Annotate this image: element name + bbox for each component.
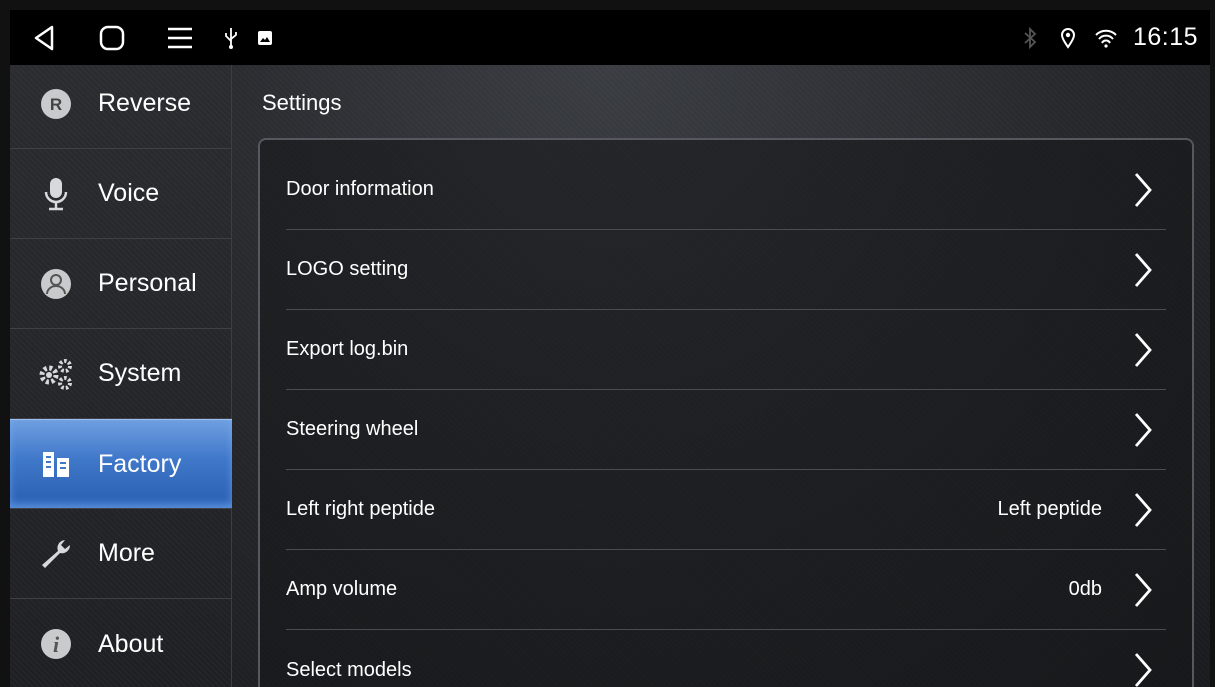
microphone-icon: [38, 176, 74, 212]
wrench-icon: [38, 536, 74, 572]
chevron-right-icon: [1130, 570, 1156, 610]
setting-label: Left right peptide: [286, 498, 435, 520]
sidebar-item-reverse[interactable]: R Reverse: [10, 59, 232, 149]
sidebar-item-label: More: [98, 539, 155, 567]
wifi-icon: [1087, 28, 1125, 48]
sidebar-item-personal[interactable]: Personal: [10, 239, 232, 329]
setting-label: LOGO setting: [286, 258, 409, 280]
chevron-right-icon: [1130, 650, 1156, 687]
sidebar-item-system[interactable]: System: [10, 329, 232, 419]
page-title: Settings: [262, 90, 342, 115]
person-icon: [38, 266, 74, 302]
info-icon: i: [38, 626, 74, 662]
gallery-icon: [248, 10, 282, 65]
chevron-right-icon: [1130, 330, 1156, 370]
setting-row-logo-setting[interactable]: LOGO setting: [286, 230, 1166, 310]
status-bar: 16:15: [10, 10, 1210, 65]
sidebar-item-label: System: [98, 359, 182, 387]
svg-text:R: R: [50, 95, 62, 114]
sidebar-item-label: Reverse: [98, 89, 192, 117]
svg-text:i: i: [53, 632, 60, 657]
factory-icon: [38, 446, 74, 482]
setting-row-export-log[interactable]: Export log.bin: [286, 310, 1166, 390]
setting-value: Left peptide: [997, 498, 1102, 520]
settings-panel: Door information LOGO setting Export log…: [258, 138, 1194, 687]
chevron-right-icon: [1130, 490, 1156, 530]
clock: 16:15: [1132, 23, 1198, 51]
chevron-right-icon: [1130, 250, 1156, 290]
sidebar-item-label: Personal: [98, 269, 197, 297]
setting-row-left-right-peptide[interactable]: Left right peptide Left peptide: [286, 470, 1166, 550]
setting-row-door-information[interactable]: Door information: [286, 150, 1166, 230]
setting-row-amp-volume[interactable]: Amp volume 0db: [286, 550, 1166, 630]
setting-label: Steering wheel: [286, 418, 419, 440]
setting-row-select-models[interactable]: Select models: [286, 630, 1166, 687]
chevron-right-icon: [1130, 410, 1156, 450]
bluetooth-icon: [1011, 26, 1049, 49]
usb-icon: [214, 10, 248, 65]
setting-label: Export log.bin: [286, 338, 409, 360]
gears-icon: [38, 356, 74, 392]
sidebar-item-label: Voice: [98, 179, 160, 207]
sidebar-item-label: About: [98, 629, 164, 658]
setting-row-steering-wheel[interactable]: Steering wheel: [286, 390, 1166, 470]
setting-value: 0db: [1068, 578, 1102, 600]
sidebar-item-about[interactable]: i About: [10, 599, 232, 687]
sidebar-item-factory[interactable]: Factory: [10, 419, 232, 509]
reverse-icon: R: [38, 86, 74, 122]
menu-icon[interactable]: [146, 10, 214, 65]
sidebar-item-more[interactable]: More: [10, 509, 232, 599]
sidebar-item-label: Factory: [98, 449, 182, 478]
setting-label: Door information: [286, 178, 434, 200]
setting-label: Select models: [286, 658, 412, 681]
chevron-right-icon: [1130, 170, 1156, 210]
home-icon[interactable]: [78, 10, 146, 65]
sidebar: R Reverse Voice Personal System Factory …: [10, 65, 232, 687]
location-icon: [1049, 27, 1087, 49]
setting-label: Amp volume: [286, 578, 398, 600]
back-icon[interactable]: [10, 10, 78, 65]
sidebar-item-voice[interactable]: Voice: [10, 149, 232, 239]
